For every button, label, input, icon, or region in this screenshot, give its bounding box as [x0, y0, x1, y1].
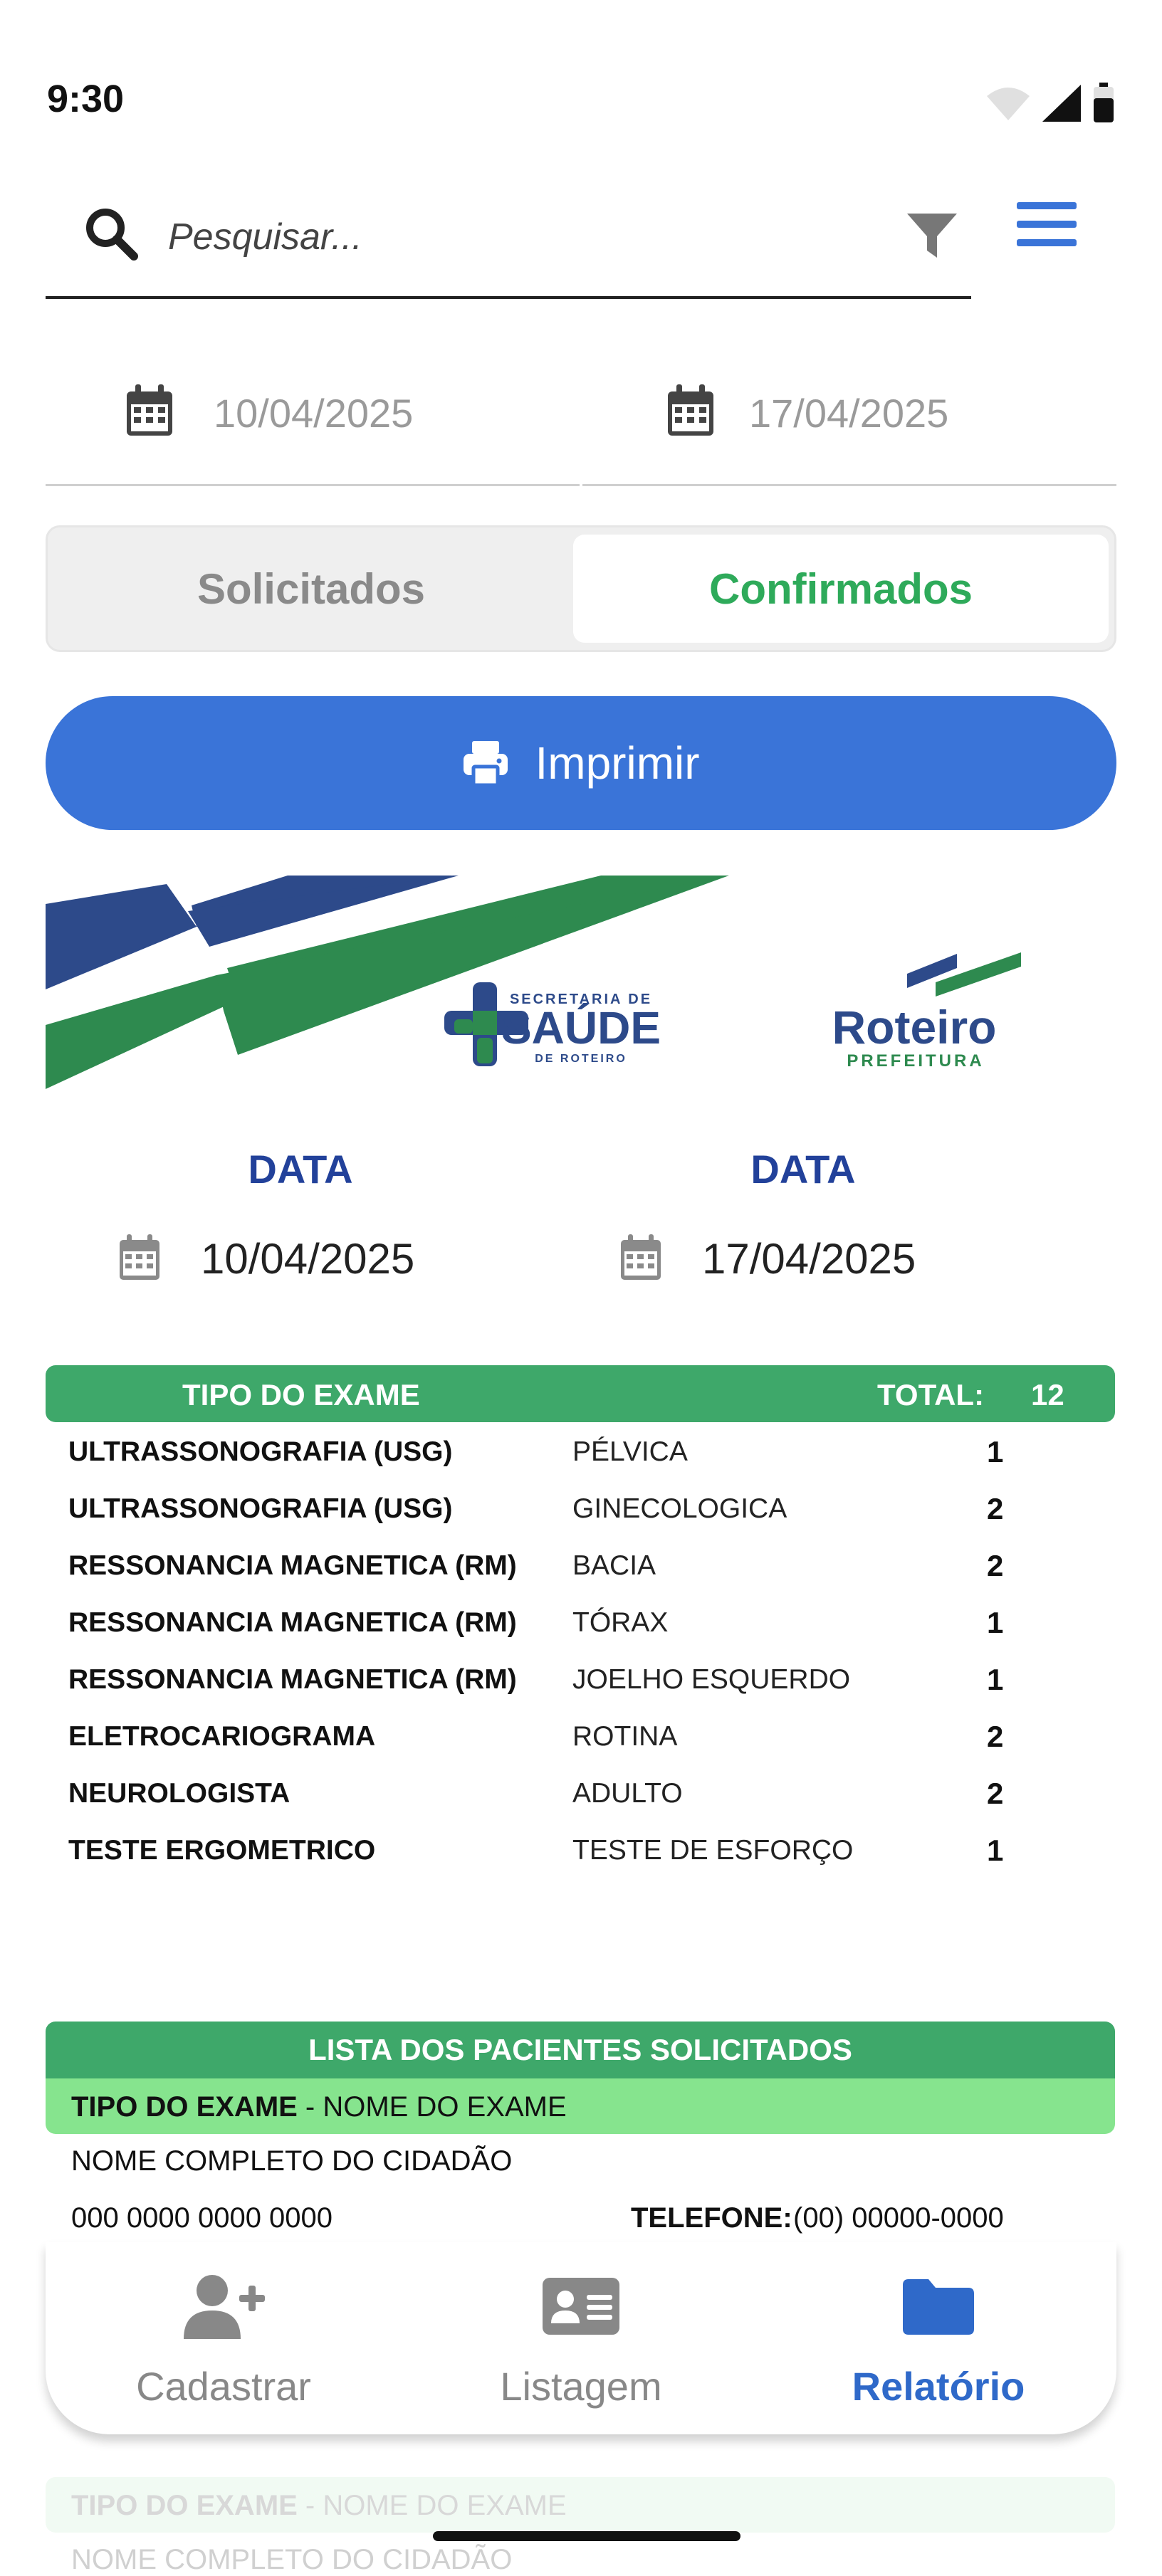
battery-icon: [1094, 83, 1114, 122]
exam-name: ROTINA: [572, 1721, 678, 1752]
exam-type: TESTE ERGOMETRICO: [68, 1835, 376, 1866]
exam-type: RESSONANCIA MAGNETICA (RM): [68, 1664, 517, 1695]
exam-name: TESTE DE ESFORÇO: [572, 1835, 854, 1866]
saude-logo-bottom: DE ROTEIRO: [535, 1053, 627, 1065]
table-row: ULTRASSONOGRAFIA (USG) PÉLVICA 1: [68, 1424, 1079, 1481]
patient-phone-label: TELEFONE:: [631, 2202, 792, 2234]
roteiro-logo-main: Roteiro: [832, 1001, 997, 1053]
faded-exam-name: - NOME DO EXAME: [297, 2490, 567, 2521]
exam-count: 1: [987, 1834, 1004, 1867]
tab-confirmados[interactable]: Confirmados: [573, 535, 1109, 643]
report-header-banner: SECRETARIA DE SAÚDE DE ROTEIRO Roteiro P…: [46, 876, 1021, 1089]
exam-name: TÓRAX: [572, 1607, 669, 1638]
bottom-navigation: Cadastrar Listagem Relatório: [46, 2242, 1116, 2434]
exam-count: 2: [987, 1777, 1004, 1810]
print-button-label: Imprimir: [535, 737, 700, 789]
exam-type: NEUROLOGISTA: [68, 1778, 290, 1809]
filter-icon[interactable]: [900, 201, 964, 265]
printer-icon: [464, 741, 508, 787]
header-total-label: TOTAL:: [877, 1378, 985, 1411]
print-button[interactable]: Imprimir: [46, 696, 1116, 830]
exam-count: 1: [987, 1663, 1004, 1696]
home-indicator[interactable]: [433, 2531, 740, 2541]
roteiro-logo-sub: PREFEITURA: [847, 1051, 984, 1071]
start-date-value: 10/04/2025: [214, 391, 414, 436]
table-row: RESSONANCIA MAGNETICA (RM) TÓRAX 1: [68, 1594, 1079, 1651]
exam-type: RESSONANCIA MAGNETICA (RM): [68, 1607, 517, 1638]
calendar-icon: [621, 1234, 661, 1280]
table-row: NEUROLOGISTA ADULTO 2: [68, 1765, 1079, 1822]
nav-relatorio[interactable]: Relatório: [789, 2271, 1088, 2427]
exam-type: ULTRASSONOGRAFIA (USG): [68, 1436, 453, 1467]
patients-exam-name-label: - NOME DO EXAME: [297, 2091, 567, 2123]
id-card-icon: [543, 2278, 619, 2335]
calendar-icon: [668, 384, 713, 436]
exam-name: ADULTO: [572, 1778, 683, 1809]
nav-cadastrar[interactable]: Cadastrar: [74, 2271, 373, 2427]
start-date-field[interactable]: 10/04/2025: [46, 370, 580, 486]
nav-label: Cadastrar: [136, 2364, 311, 2409]
exam-type: ULTRASSONOGRAFIA (USG): [68, 1493, 453, 1524]
calendar-icon: [120, 1234, 159, 1280]
exam-table-header: TIPO DO EXAME TOTAL: 12: [46, 1365, 1115, 1422]
exam-name: JOELHO ESQUERDO: [572, 1664, 851, 1695]
exam-count: 2: [987, 1549, 1004, 1582]
search-icon[interactable]: [83, 205, 140, 262]
exam-name: BACIA: [572, 1550, 656, 1581]
nav-label: Relatório: [852, 2364, 1025, 2409]
exam-name: PÉLVICA: [572, 1436, 688, 1467]
search-bar: [46, 179, 971, 299]
report-end-date: 17/04/2025: [702, 1235, 916, 1283]
patient-phone: (00) 00000-0000: [793, 2202, 1004, 2234]
header-total-value: 12: [1031, 1378, 1064, 1411]
signal-icon: [1042, 85, 1081, 122]
report-date-label-end: DATA: [750, 1147, 856, 1192]
hamburger-menu-icon[interactable]: [1011, 196, 1082, 253]
patients-list-header: LISTA DOS PACIENTES SOLICITADOS: [46, 2022, 1115, 2078]
header-exam-type: TIPO DO EXAME: [182, 1378, 420, 1411]
exam-type: ELETROCARIOGRAMA: [68, 1721, 376, 1752]
patients-exam-bar: TIPO DO EXAME - NOME DO EXAME: [46, 2078, 1115, 2134]
calendar-icon: [127, 384, 172, 436]
table-row: RESSONANCIA MAGNETICA (RM) BACIA 2: [68, 1537, 1079, 1594]
patient-name: NOME COMPLETO DO CIDADÃO: [71, 2145, 513, 2177]
patient-name-faded: NOME COMPLETO DO CIDADÃO: [71, 2544, 513, 2575]
search-input[interactable]: [167, 208, 810, 266]
tab-solicitados[interactable]: Solicitados: [55, 535, 567, 643]
end-date-value: 17/04/2025: [749, 391, 949, 436]
saude-logo-main: SAÚDE: [501, 1002, 661, 1053]
exam-count: 1: [987, 1435, 1004, 1468]
exam-type: RESSONANCIA MAGNETICA (RM): [68, 1550, 517, 1581]
exam-count: 2: [987, 1492, 1004, 1525]
nav-listagem[interactable]: Listagem: [431, 2271, 731, 2427]
exam-count: 2: [987, 1720, 1004, 1753]
folder-icon: [903, 2279, 974, 2335]
wifi-icon: [987, 88, 1030, 120]
table-row: TESTE ERGOMETRICO TESTE DE ESFORÇO 1: [68, 1822, 1079, 1879]
patients-exam-bar-faded: TIPO DO EXAME - NOME DO EXAME: [46, 2477, 1115, 2533]
exam-name: GINECOLOGICA: [572, 1493, 787, 1524]
table-row: ULTRASSONOGRAFIA (USG) GINECOLOGICA 2: [68, 1481, 1079, 1537]
table-row: ELETROCARIOGRAMA ROTINA 2: [68, 1708, 1079, 1765]
report-start-date: 10/04/2025: [201, 1235, 415, 1283]
report-date-label-start: DATA: [248, 1147, 353, 1192]
exam-count: 1: [987, 1606, 1004, 1639]
status-segmented-control: Solicitados Confirmados: [46, 525, 1116, 652]
patients-exam-type-label: TIPO DO EXAME: [71, 2091, 298, 2123]
table-row: RESSONANCIA MAGNETICA (RM) JOELHO ESQUER…: [68, 1651, 1079, 1708]
status-time: 9:30: [47, 78, 125, 120]
nav-label: Listagem: [500, 2364, 662, 2409]
status-icons: [985, 83, 1115, 124]
faded-exam-type: TIPO DO EXAME: [71, 2490, 298, 2521]
add-user-icon: [184, 2275, 265, 2339]
patient-document: 000 0000 0000 0000: [71, 2202, 333, 2234]
end-date-field[interactable]: 17/04/2025: [582, 370, 1116, 486]
